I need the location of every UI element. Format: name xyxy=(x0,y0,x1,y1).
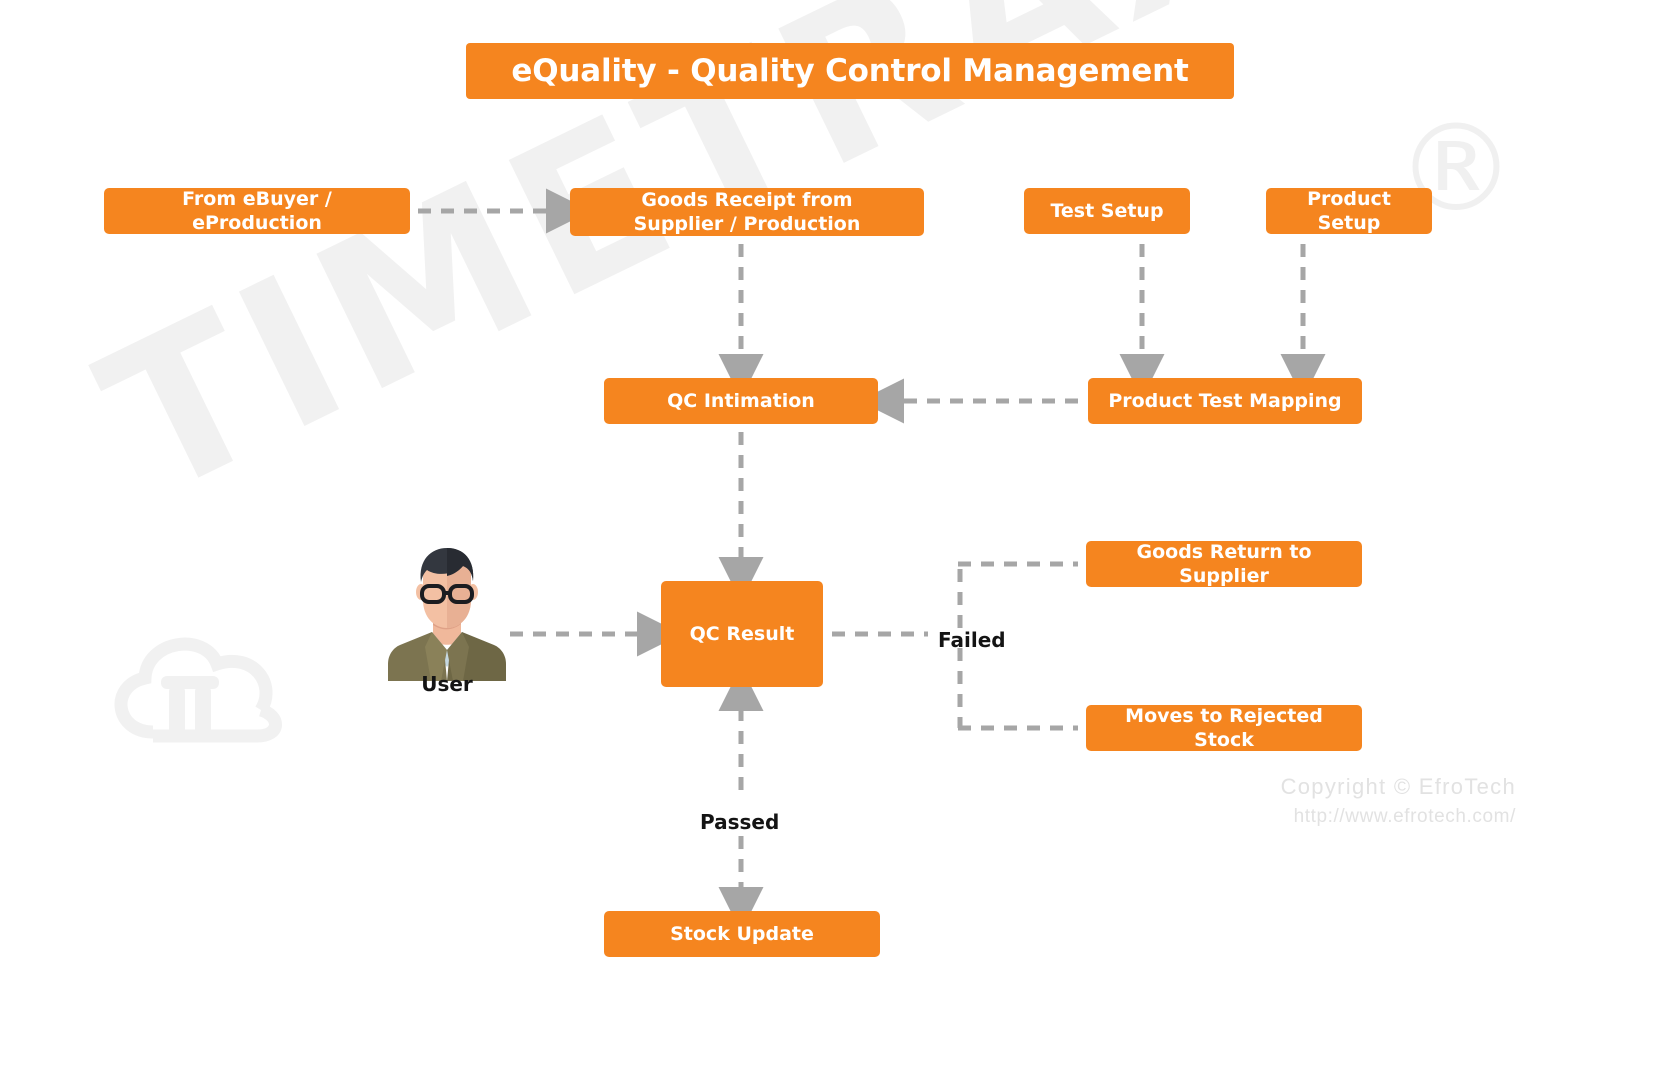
node-label: Moves to Rejected Stock xyxy=(1125,704,1323,751)
node-test-setup[interactable]: Test Setup xyxy=(1024,188,1190,234)
cloud-logo-icon xyxy=(114,637,282,743)
copyright-url: http://www.efrotech.com/ xyxy=(1293,806,1516,827)
node-moves-to-rejected-stock[interactable]: Moves to Rejected Stock xyxy=(1086,705,1362,751)
node-goods-return-to-supplier[interactable]: Goods Return to Supplier xyxy=(1086,541,1362,587)
node-label: From eBuyer / eProduction xyxy=(182,187,332,234)
node-label: QC Intimation xyxy=(667,389,815,412)
node-product-setup[interactable]: Product Setup xyxy=(1266,188,1432,234)
copyright-line: Copyright © EfroTech xyxy=(1280,774,1516,799)
node-stock-update[interactable]: Stock Update xyxy=(604,911,880,957)
node-qc-intimation[interactable]: QC Intimation xyxy=(604,378,878,424)
user-avatar-icon xyxy=(388,548,506,681)
node-label: Product Test Mapping xyxy=(1108,389,1342,412)
edge-label-passed: Passed xyxy=(700,810,780,834)
node-qc-result[interactable]: QC Result xyxy=(661,581,823,687)
page-title: eQuality - Quality Control Management xyxy=(466,43,1234,99)
watermark-layer: TIMETRAX ® xyxy=(0,0,1664,1068)
node-label: Stock Update xyxy=(670,922,814,945)
node-label: Product Setup xyxy=(1307,187,1391,234)
user-avatar xyxy=(388,536,506,681)
node-label: QC Result xyxy=(689,622,795,645)
diagram-canvas: TIMETRAX ® eQuality - Quality Control Ma… xyxy=(0,0,1664,1068)
node-from-ebuyer[interactable]: From eBuyer / eProduction xyxy=(104,188,410,234)
node-label: Goods Return to Supplier xyxy=(1136,540,1312,587)
connector-layer xyxy=(418,188,1326,932)
user-caption: User xyxy=(421,672,473,696)
node-goods-receipt[interactable]: Goods Receipt from Supplier / Production xyxy=(570,188,924,236)
copyright-block: Copyright © EfroTech http://www.efrotech… xyxy=(1281,770,1516,832)
edge-label-failed: Failed xyxy=(938,628,1006,652)
node-product-test-mapping[interactable]: Product Test Mapping xyxy=(1088,378,1362,424)
node-label: Goods Receipt from Supplier / Production xyxy=(633,188,861,235)
page-title-text: eQuality - Quality Control Management xyxy=(511,53,1189,89)
node-label: Test Setup xyxy=(1050,199,1164,222)
